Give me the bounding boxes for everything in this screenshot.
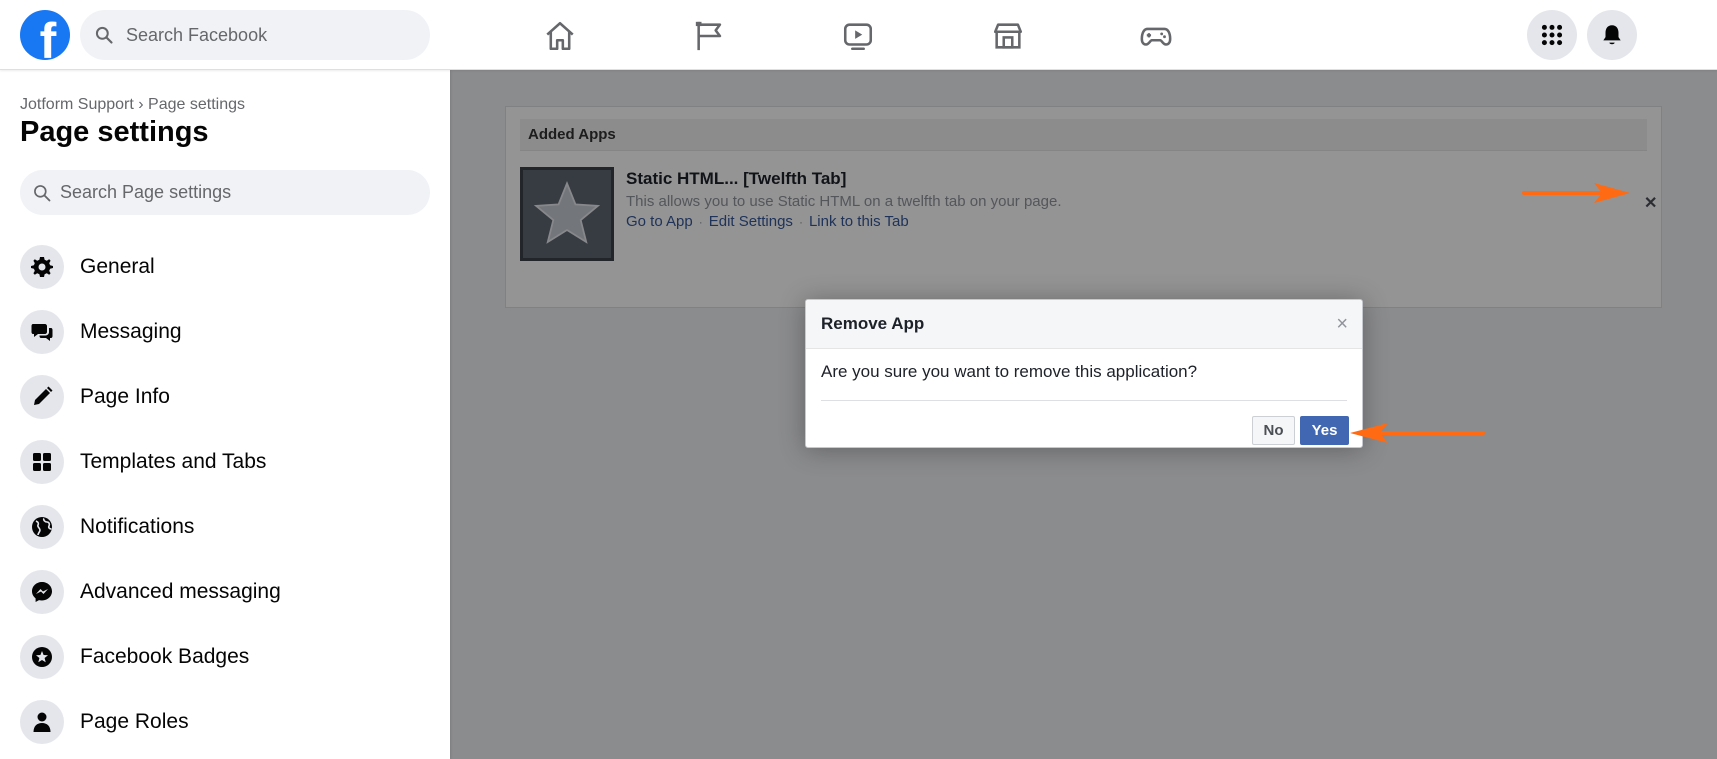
chat-bubbles-icon: [20, 310, 64, 354]
sidebar-item-advanced-messaging[interactable]: Advanced messaging: [20, 564, 430, 620]
page-settings-search[interactable]: Search Page settings: [20, 170, 430, 215]
sidebar-item-page-info[interactable]: Page Info: [20, 369, 430, 425]
sidebar-item-label: General: [80, 255, 155, 278]
no-button[interactable]: No: [1252, 416, 1295, 445]
sidebar-item-messaging[interactable]: Messaging: [20, 304, 430, 360]
sidebar-item-facebook-badges[interactable]: Facebook Badges: [20, 629, 430, 685]
sidebar-item-general[interactable]: General: [20, 239, 430, 295]
close-icon[interactable]: ×: [1336, 313, 1348, 336]
home-icon[interactable]: [540, 16, 580, 56]
globe-icon: [20, 505, 64, 549]
sidebar-item-label: Advanced messaging: [80, 580, 281, 603]
facebook-logo[interactable]: f: [20, 10, 70, 60]
sidebar-item-label: Page Roles: [80, 710, 189, 733]
main-content: Added Apps Static HTML... [Twelfth Tab] …: [450, 70, 1717, 759]
gaming-icon[interactable]: [1136, 16, 1176, 56]
facebook-search[interactable]: Search Facebook: [80, 10, 430, 60]
sidebar-item-notifications[interactable]: Notifications: [20, 499, 430, 555]
page-title: Page settings: [20, 116, 209, 148]
dialog-title: Remove App: [821, 314, 925, 333]
sidebar-item-label: Templates and Tabs: [80, 450, 267, 473]
gear-icon: [20, 245, 64, 289]
watch-icon[interactable]: [838, 16, 878, 56]
annotation-arrow-right-icon: [1522, 183, 1630, 203]
search-icon: [95, 26, 113, 44]
marketplace-icon[interactable]: [988, 16, 1028, 56]
remove-app-dialog: Remove App × Are you sure you want to re…: [805, 299, 1363, 448]
sidebar-item-templates-and-tabs[interactable]: Templates and Tabs: [20, 434, 430, 490]
sidebar-item-label: Notifications: [80, 515, 195, 538]
sidebar-item-label: Messaging: [80, 320, 182, 343]
breadcrumb[interactable]: Jotform Support › Page settings: [20, 96, 245, 114]
yes-button[interactable]: Yes: [1300, 416, 1349, 445]
page-settings-sidebar: Jotform Support › Page settings Page set…: [0, 70, 450, 759]
facebook-logo-letter: f: [39, 13, 57, 60]
star-badge-icon: [20, 635, 64, 679]
sidebar-item-label: Facebook Badges: [80, 645, 250, 668]
menu-grid-icon[interactable]: [1527, 10, 1577, 60]
pencil-icon: [20, 375, 64, 419]
dialog-divider: [821, 400, 1347, 401]
person-icon: [20, 700, 64, 744]
messenger-icon: [20, 570, 64, 614]
top-navigation-bar: f Search Facebook: [0, 0, 1717, 70]
search-input[interactable]: Search Facebook: [126, 25, 267, 46]
flag-icon[interactable]: [690, 16, 730, 56]
dialog-header: Remove App ×: [806, 300, 1362, 349]
grid-icon: [20, 440, 64, 484]
page-settings-search-input[interactable]: Search Page settings: [60, 182, 231, 203]
sidebar-item-label: Page Info: [80, 385, 170, 408]
dialog-message: Are you sure you want to remove this app…: [821, 362, 1198, 381]
search-icon: [34, 184, 51, 201]
annotation-arrow-left-icon: [1350, 423, 1485, 443]
sidebar-item-page-roles[interactable]: Page Roles: [20, 694, 430, 750]
notifications-bell-icon[interactable]: [1587, 10, 1637, 60]
